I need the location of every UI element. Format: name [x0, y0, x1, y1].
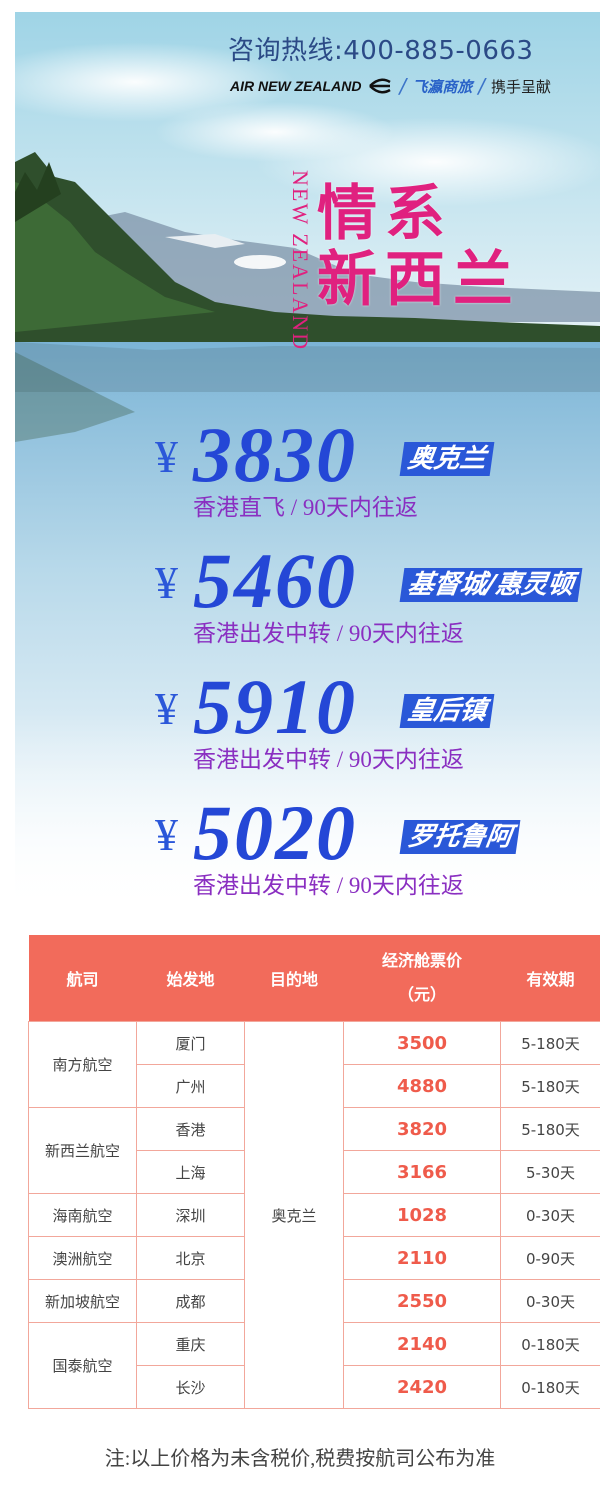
destination-badge: 奥克兰	[399, 442, 495, 476]
origin-cell: 上海	[136, 1150, 245, 1194]
hero-banner: 咨询热线:400-885-0663 AIR NEW ZEALAND / 飞瀛商旅…	[15, 12, 600, 912]
title-line-1: 情系	[317, 179, 453, 249]
price-cell: 2140	[343, 1322, 501, 1366]
offer-item: ¥ 5020 罗托鲁阿 香港出发中转 / 90天内往返	[155, 794, 600, 910]
tax-note: 注:以上价格为未含税价,税费按航司公布为准	[104, 1448, 496, 1470]
header-origin: 始发地	[136, 935, 245, 1022]
destination-cell: 奥克兰	[244, 1021, 344, 1409]
divider-slash: /	[399, 74, 407, 98]
validity-cell: 0-180天	[500, 1322, 600, 1366]
currency-symbol: ¥	[155, 683, 178, 734]
offer-price: 5460	[193, 537, 357, 624]
title-vertical-english: NEW ZEALAND	[288, 170, 313, 352]
header-price: 经济舱票价 （元）	[343, 935, 501, 1022]
origin-cell: 香港	[136, 1107, 245, 1151]
airline-cell: 新加坡航空	[28, 1279, 137, 1323]
header-price-line2: （元）	[397, 985, 446, 1004]
price-cell: 2420	[343, 1365, 501, 1409]
validity-cell: 0-30天	[500, 1193, 600, 1237]
price-cell: 2110	[343, 1236, 501, 1280]
destination-badge: 罗托鲁阿	[399, 820, 521, 854]
divider-slash: /	[478, 74, 485, 98]
feiying-logo-text: 飞瀛商旅	[412, 77, 473, 96]
airline-cell: 国泰航空	[28, 1322, 137, 1409]
validity-cell: 5-30天	[500, 1150, 600, 1194]
fare-table: 航司 始发地 目的地 经济舱票价 （元） 有效期 南方航空 厦门 奥克兰 350…	[28, 935, 600, 1409]
offer-item: ¥ 5460 基督城/惠灵顿 香港出发中转 / 90天内往返	[155, 542, 600, 658]
table-row: 南方航空 厦门 奥克兰 3500 5-180天	[28, 1021, 600, 1409]
price-cell: 4880	[343, 1064, 501, 1108]
validity-cell: 5-180天	[500, 1021, 600, 1065]
offer-price: 5020	[193, 789, 357, 876]
price-cell: 2550	[343, 1279, 501, 1323]
route-info: 香港出发中转 / 90天内往返	[193, 621, 464, 646]
origin-cell: 深圳	[136, 1193, 245, 1237]
validity-cell: 5-180天	[500, 1107, 600, 1151]
koru-icon	[369, 78, 392, 94]
currency-symbol: ¥	[155, 557, 178, 608]
validity-cell: 5-180天	[500, 1064, 600, 1108]
price-cell: 3500	[343, 1021, 501, 1065]
origin-cell: 长沙	[136, 1365, 245, 1409]
price-cell: 1028	[343, 1193, 501, 1237]
route-info: 香港出发中转 / 90天内往返	[193, 873, 464, 898]
header-price-line1: 经济舱票价	[381, 951, 462, 970]
table-header-row: 航司 始发地 目的地 经济舱票价 （元） 有效期	[28, 935, 600, 1022]
header-airline: 航司	[28, 935, 137, 1022]
route-info: 香港直飞 / 90天内往返	[193, 495, 418, 520]
validity-cell: 0-90天	[500, 1236, 600, 1280]
validity-cell: 0-30天	[500, 1279, 600, 1323]
currency-symbol: ¥	[155, 809, 178, 860]
price-cell: 3166	[343, 1150, 501, 1194]
offer-price: 3830	[193, 411, 357, 498]
origin-cell: 厦门	[136, 1021, 245, 1065]
offer-price: 5910	[193, 663, 357, 750]
route-info: 香港出发中转 / 90天内往返	[193, 747, 464, 772]
airline-cell: 海南航空	[28, 1193, 137, 1237]
offer-item: ¥ 5910 皇后镇 香港出发中转 / 90天内往返	[155, 668, 600, 784]
cosponsor-text: 携手呈献	[490, 77, 551, 96]
origin-cell: 北京	[136, 1236, 245, 1280]
partner-logos: AIR NEW ZEALAND / 飞瀛商旅 / 携手呈献	[230, 74, 551, 98]
title-line-2: 新西兰	[317, 245, 521, 315]
offer-item: ¥ 3830 奥克兰 香港直飞 / 90天内往返	[155, 416, 600, 532]
origin-cell: 成都	[136, 1279, 245, 1323]
hotline-text: 咨询热线:400-885-0663	[228, 36, 534, 66]
airline-cell: 南方航空	[28, 1021, 137, 1108]
destination-badge: 基督城/惠灵顿	[399, 568, 582, 602]
price-cell: 3820	[343, 1107, 501, 1151]
campaign-title: NEW ZEALAND 情系 新西兰	[277, 170, 577, 400]
airline-cell: 澳洲航空	[28, 1236, 137, 1280]
air-new-zealand-logo-text: AIR NEW ZEALAND	[230, 78, 362, 94]
currency-symbol: ¥	[155, 431, 178, 482]
header-validity: 有效期	[500, 935, 600, 1022]
header-destination: 目的地	[244, 935, 344, 1022]
validity-cell: 0-180天	[500, 1365, 600, 1409]
destination-badge: 皇后镇	[399, 694, 495, 728]
airline-cell: 新西兰航空	[28, 1107, 137, 1194]
origin-cell: 广州	[136, 1064, 245, 1108]
origin-cell: 重庆	[136, 1322, 245, 1366]
